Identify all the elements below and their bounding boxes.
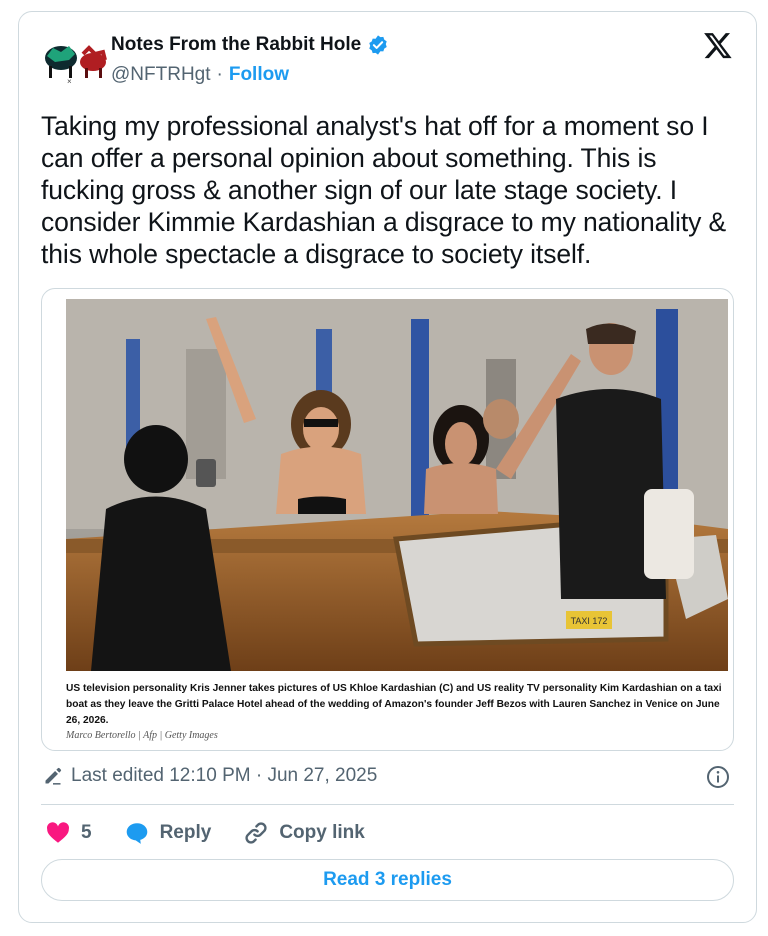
author-handle[interactable]: @NFTRHgt <box>111 64 211 86</box>
tweet-text: Taking my professional analyst's hat off… <box>41 111 727 269</box>
reply-button[interactable]: Reply <box>124 820 212 846</box>
svg-text:×: × <box>67 77 72 86</box>
pencil-icon <box>45 767 62 785</box>
info-icon[interactable] <box>706 765 730 789</box>
reply-label: Reply <box>159 822 212 843</box>
author-name-row: Notes From the Rabbit Hole <box>111 34 389 56</box>
x-logo-icon[interactable] <box>702 30 734 60</box>
link-icon <box>245 822 267 844</box>
news-photo[interactable]: TAXI 172 <box>66 299 728 671</box>
edited-label[interactable]: Last edited 12:10 PM · Jun 27, 2025 <box>71 765 377 787</box>
boat-plate: TAXI 172 <box>571 616 608 626</box>
copy-link-button[interactable]: Copy link <box>243 820 365 846</box>
like-count: 5 <box>81 822 92 843</box>
action-bar: 5 Reply Copy link <box>45 820 397 846</box>
verified-badge-icon <box>369 35 387 55</box>
media-card[interactable]: TAXI 172 US television personality Kris … <box>41 288 734 751</box>
follow-button[interactable]: Follow <box>229 64 289 86</box>
avatar[interactable]: × <box>39 38 109 86</box>
like-button[interactable]: 5 <box>45 820 92 846</box>
author-handle-row: @NFTRHgt · Follow <box>111 64 289 86</box>
read-replies-button[interactable]: Read 3 replies <box>41 859 734 901</box>
reply-bubble-icon <box>126 823 147 844</box>
author-name[interactable]: Notes From the Rabbit Hole <box>111 34 361 56</box>
photo-caption: US television personality Kris Jenner ta… <box>66 683 722 726</box>
heart-icon <box>47 822 70 843</box>
edited-row[interactable]: Last edited 12:10 PM · Jun 27, 2025 <box>43 765 377 787</box>
photo-credit: Marco Bertorello | Afp | Getty Images <box>66 730 218 741</box>
tweet-card: × Notes From the Rabbit Hole @NFTRHgt · … <box>18 11 757 923</box>
copy-link-label: Copy link <box>279 822 365 843</box>
divider <box>41 804 734 805</box>
handle-separator: · <box>216 64 223 85</box>
